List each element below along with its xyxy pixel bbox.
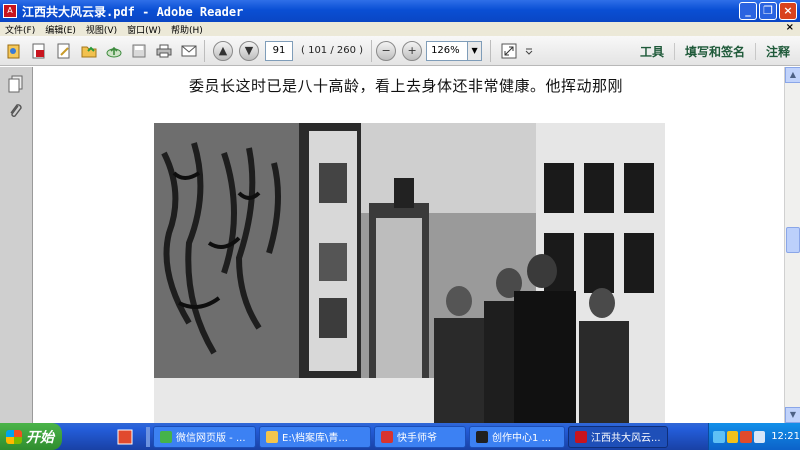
zoom-level-input[interactable]: 126% bbox=[426, 40, 469, 61]
page-number-input[interactable]: 91 bbox=[265, 40, 293, 61]
volume-icon[interactable] bbox=[753, 430, 766, 443]
start-button[interactable]: 开始 bbox=[0, 423, 62, 450]
start-label: 开始 bbox=[26, 429, 54, 446]
create-pdf-icon[interactable] bbox=[28, 40, 50, 62]
menu-file[interactable]: 文件(F) bbox=[0, 23, 40, 36]
taskbar: 开始 微信网页版 - ... E:\档案库\青... 快手师爷 创作中心1 ..… bbox=[0, 423, 800, 450]
save-icon[interactable] bbox=[128, 40, 150, 62]
zoom-in-icon[interactable]: + bbox=[402, 40, 423, 61]
toolbar-divider bbox=[204, 39, 205, 62]
taskbar-item-creator-center[interactable]: 创作中心1 ... bbox=[469, 425, 565, 448]
toolbar: ▲ ▼ 91 ( 101 / 260 ) − + 126% ▼ 工具 填写和签名… bbox=[0, 36, 800, 66]
wechat-app-icon bbox=[160, 430, 172, 443]
menu-bar: 文件(F) 编辑(E) 视图(V) 窗口(W) 帮助(H) × bbox=[0, 22, 800, 36]
input-method-icon[interactable] bbox=[740, 430, 752, 443]
taskbar-item-explorer[interactable]: E:\档案库\青... bbox=[259, 425, 371, 448]
creator-app-icon bbox=[476, 430, 488, 443]
window-title: 江西共大风云录.pdf - Adobe Reader bbox=[22, 4, 244, 19]
taskbar-item-label: 江西共大风云... bbox=[591, 433, 661, 444]
print-icon[interactable] bbox=[153, 40, 175, 62]
kuaishou-app-icon bbox=[381, 430, 393, 443]
zoom-dropdown-chevron-icon[interactable]: ▼ bbox=[468, 40, 483, 61]
scroll-down-arrow-icon[interactable]: ▼ bbox=[785, 407, 800, 423]
folder-icon bbox=[266, 430, 278, 443]
taskbar-item-adobe-reader[interactable]: 江西共大风云... bbox=[568, 425, 668, 448]
toolbar-more-chevron-icon[interactable] bbox=[523, 40, 535, 62]
page-count-label: ( 101 / 260 ) bbox=[301, 45, 364, 56]
open-icon[interactable] bbox=[3, 40, 25, 62]
page-thumbnails-icon[interactable] bbox=[5, 73, 27, 95]
quick-launch-divider bbox=[146, 426, 150, 447]
navigation-pane bbox=[0, 67, 33, 423]
title-bar: A 江西共大风云录.pdf - Adobe Reader _ ❐ × bbox=[0, 0, 800, 22]
menu-edit[interactable]: 编辑(E) bbox=[40, 23, 81, 36]
email-icon[interactable] bbox=[178, 40, 200, 62]
restore-button[interactable]: ❐ bbox=[759, 2, 777, 20]
security-shield-icon[interactable] bbox=[726, 430, 739, 443]
fit-page-icon[interactable] bbox=[498, 40, 520, 62]
scroll-up-arrow-icon[interactable]: ▲ bbox=[785, 67, 800, 83]
cloud-upload-icon[interactable] bbox=[103, 40, 125, 62]
taskbar-item-label: 快手师爷 bbox=[397, 433, 437, 444]
menu-window[interactable]: 窗口(W) bbox=[122, 23, 166, 36]
taskbar-item-label: E:\档案库\青... bbox=[282, 433, 348, 444]
adobe-reader-icon bbox=[575, 430, 587, 443]
taskbar-item-kuaishou[interactable]: 快手师爷 bbox=[374, 425, 466, 448]
network-icon[interactable] bbox=[713, 430, 725, 443]
attachments-paperclip-icon[interactable] bbox=[5, 101, 27, 123]
toolbar-divider bbox=[371, 39, 373, 62]
toolbar-divider bbox=[490, 39, 492, 62]
menu-help[interactable]: 帮助(H) bbox=[166, 23, 208, 36]
close-document-button[interactable]: × bbox=[786, 22, 794, 33]
adobe-reader-icon: A bbox=[3, 4, 17, 18]
tools-link[interactable]: 工具 bbox=[630, 43, 674, 60]
folder-open-icon[interactable] bbox=[78, 40, 100, 62]
taskbar-item-label: 微信网页版 - ... bbox=[176, 433, 246, 444]
edit-icon[interactable] bbox=[53, 40, 75, 62]
taskbar-clock: 12:21 bbox=[771, 431, 800, 442]
taskbar-item-label: 创作中心1 ... bbox=[492, 433, 552, 444]
taskbar-item-wechat[interactable]: 微信网页版 - ... bbox=[153, 425, 256, 448]
windows-logo-icon bbox=[6, 429, 22, 444]
vertical-scrollbar[interactable]: ▲ ▼ bbox=[784, 67, 800, 423]
minimize-button[interactable]: _ bbox=[739, 2, 757, 20]
quick-launch-icon[interactable] bbox=[114, 427, 136, 447]
system-tray: 12:21 bbox=[708, 423, 800, 450]
menu-view[interactable]: 视图(V) bbox=[81, 23, 122, 36]
previous-page-icon[interactable]: ▲ bbox=[213, 40, 233, 61]
document-text-line: 委员长这时已是八十高龄，看上去身体还非常健康。他挥动那刚 bbox=[189, 77, 624, 95]
fill-sign-link[interactable]: 填写和签名 bbox=[673, 42, 755, 60]
next-page-icon[interactable]: ▼ bbox=[239, 40, 259, 61]
document-photo bbox=[154, 123, 665, 423]
comment-link[interactable]: 注释 bbox=[754, 42, 800, 60]
scrollbar-thumb[interactable] bbox=[786, 227, 800, 253]
close-window-button[interactable]: × bbox=[779, 2, 797, 20]
zoom-out-icon[interactable]: − bbox=[376, 40, 397, 61]
document-view[interactable]: 委员长这时已是八十高龄，看上去身体还非常健康。他挥动那刚 bbox=[34, 67, 784, 423]
